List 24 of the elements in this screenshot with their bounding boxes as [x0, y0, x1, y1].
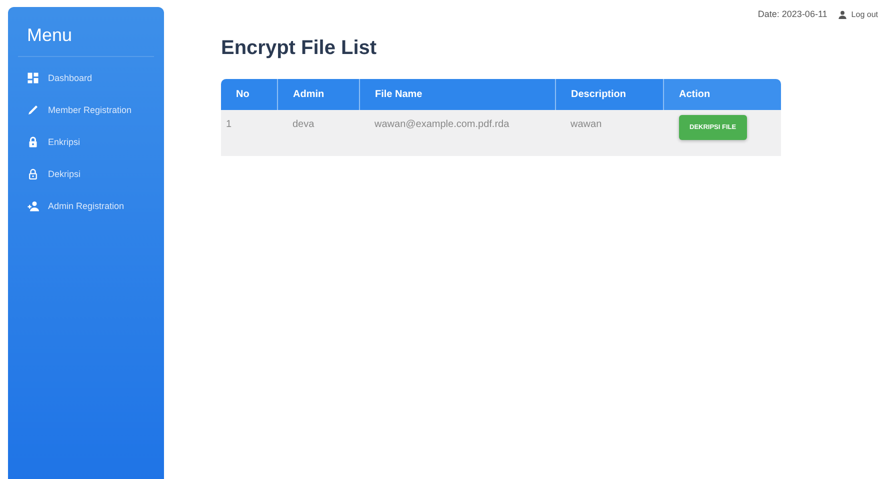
add-user-icon — [27, 200, 39, 212]
table-cell: 1 — [221, 110, 278, 156]
column-header: Description — [556, 79, 664, 110]
table-cell: deva — [278, 110, 360, 156]
menu-item[interactable]: Member Registration — [27, 101, 132, 118]
menu-item[interactable]: Dashboard — [27, 69, 92, 86]
menu-title: Menu — [18, 25, 154, 57]
table-cell: wawan — [556, 110, 664, 156]
logout-link[interactable]: Log out — [838, 10, 878, 18]
page-title: Encrypt File List — [221, 37, 378, 60]
date-label: Date: 2023-06-11 — [758, 9, 828, 19]
lock-icon — [27, 136, 39, 148]
pencil-icon — [27, 104, 39, 116]
menu-item[interactable]: Dekripsi — [27, 165, 81, 182]
user-icon — [838, 10, 848, 18]
menu-item[interactable]: Admin Registration — [27, 197, 124, 214]
column-header: Action — [664, 79, 781, 110]
table-cell: wawan@example.com.pdf.rda — [360, 110, 556, 156]
column-header: Admin — [278, 79, 360, 110]
column-header: No — [221, 79, 278, 110]
lock-icon — [27, 168, 39, 180]
grid-icon — [27, 72, 39, 84]
column-header: File Name — [360, 79, 556, 110]
menu-item[interactable]: Enkripsi — [27, 133, 80, 150]
